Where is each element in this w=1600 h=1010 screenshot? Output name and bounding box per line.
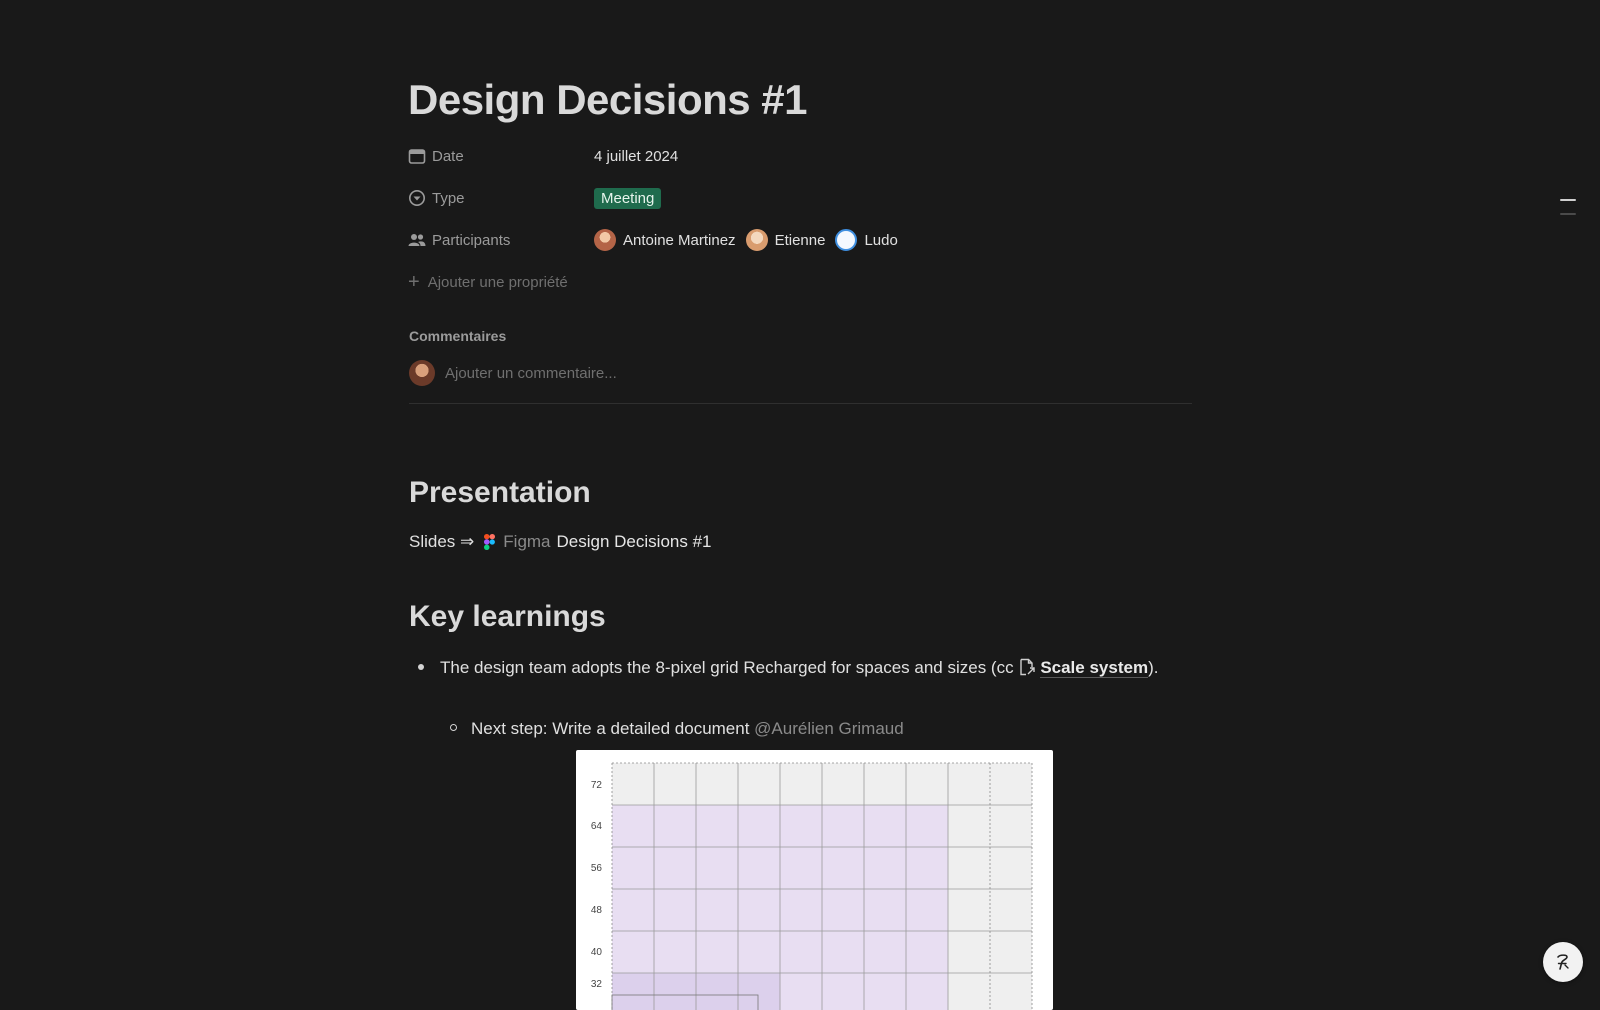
people-icon [408, 234, 426, 246]
grid-y-label: 56 [591, 863, 603, 874]
property-type[interactable]: Type Meeting [408, 183, 662, 213]
document-link-icon [1018, 658, 1036, 684]
property-label-date: Date [408, 147, 594, 165]
table-of-contents-indicator[interactable] [1560, 199, 1576, 227]
slides-line: Slides ⇒ Figma Design Decisions #1 [409, 532, 712, 552]
grid-y-label: 64 [591, 821, 603, 832]
avatar [409, 360, 435, 386]
participant-chip[interactable]: Ludo [835, 229, 898, 251]
grid-illustration[interactable]: 72 64 56 48 40 32 [576, 750, 1053, 1010]
figma-icon [484, 534, 496, 550]
scale-system-link[interactable]: Scale system [1040, 658, 1149, 678]
list-item: The design team adopts the 8-pixel grid … [408, 655, 1168, 684]
property-date[interactable]: Date 4 juillet 2024 [408, 141, 678, 171]
toc-line [1560, 199, 1576, 201]
property-label-participants: Participants [408, 231, 594, 249]
grid-y-label: 32 [591, 979, 603, 990]
comment-composer [409, 360, 845, 386]
heading-presentation[interactable]: Presentation [409, 476, 591, 510]
type-tag[interactable]: Meeting [594, 187, 662, 209]
select-circle-icon [409, 190, 425, 206]
participant-chip[interactable]: Antoine Martinez [594, 229, 736, 251]
property-value-date[interactable]: 4 juillet 2024 [594, 148, 678, 165]
comments-label: Commentaires [409, 328, 507, 344]
bullet-circle [450, 724, 457, 731]
calendar-icon [408, 149, 426, 164]
avatar [745, 229, 768, 251]
help-button[interactable] [1543, 942, 1583, 982]
property-label-type: Type [408, 189, 594, 207]
toc-line [1560, 213, 1576, 215]
bullet-dot [418, 664, 424, 670]
comment-input[interactable] [445, 364, 845, 382]
avatar [594, 229, 616, 251]
property-participants[interactable]: Participants Antoine Martinez Etienne Lu… [408, 225, 908, 255]
heading-key-learnings[interactable]: Key learnings [409, 600, 606, 634]
list-item: Next step: Write a detailed document @Au… [408, 716, 1168, 742]
user-mention[interactable]: @Aurélien Grimaud [754, 719, 904, 738]
figma-link[interactable]: Design Decisions #1 [557, 532, 712, 552]
divider [409, 403, 1192, 404]
plus-icon: + [408, 271, 420, 293]
page-title[interactable]: Design Decisions #1 [408, 76, 808, 124]
grid-y-label: 40 [591, 947, 603, 958]
grid-y-label: 72 [591, 780, 603, 791]
help-icon [1557, 954, 1569, 970]
avatar [835, 229, 858, 251]
participant-chip[interactable]: Etienne [745, 229, 825, 251]
add-property-button[interactable]: + Ajouter une propriété [408, 267, 568, 297]
figma-label: Figma [503, 532, 551, 551]
grid-y-label: 48 [591, 905, 603, 916]
grid-illustration-svg: 72 64 56 48 40 32 [591, 762, 1033, 1010]
